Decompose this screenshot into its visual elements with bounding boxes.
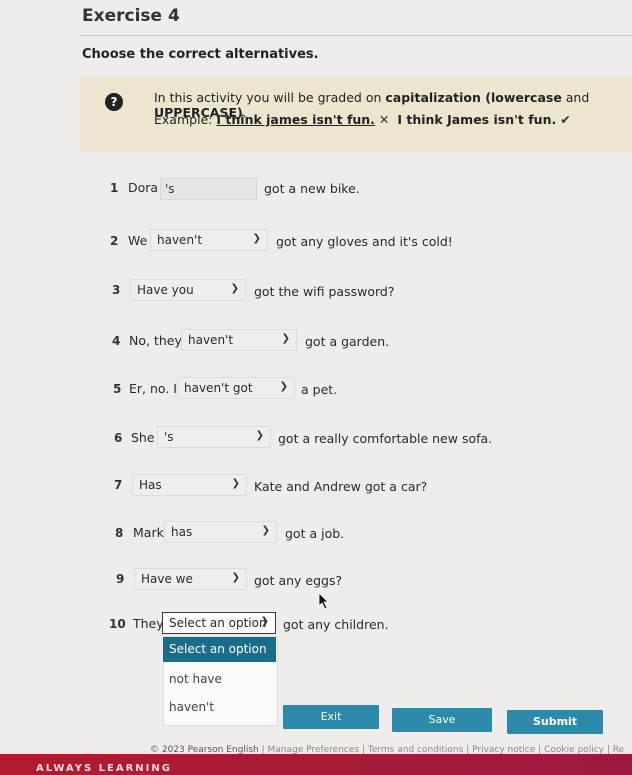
question-suffix: got any gloves and it's cold! bbox=[276, 234, 453, 249]
dropdown-option-not-have[interactable]: not have bbox=[169, 672, 222, 686]
help-icon[interactable]: ? bbox=[105, 93, 123, 111]
example-text: Example: I think james isn't fun. ✕ I th… bbox=[154, 112, 571, 127]
instructions: Choose the correct alternatives. bbox=[82, 47, 319, 62]
mouse-cursor-icon bbox=[318, 592, 329, 610]
answer-select[interactable]: haven't ❯ bbox=[181, 329, 297, 351]
question-suffix: got the wifi password? bbox=[254, 284, 395, 299]
question-number: 8 bbox=[115, 526, 124, 540]
cross-icon: ✕ bbox=[378, 112, 390, 127]
answer-select[interactable]: Have you ❯ bbox=[130, 279, 246, 301]
submit-button[interactable]: Submit bbox=[507, 710, 603, 734]
question-prefix: Er, no. I bbox=[129, 381, 177, 396]
answer-select[interactable]: Has ❯ bbox=[132, 474, 247, 496]
question-prefix: They bbox=[133, 616, 164, 631]
chevron-down-icon: ❯ bbox=[231, 572, 240, 583]
chevron-down-icon: ❯ bbox=[261, 525, 270, 536]
question-suffix: a pet. bbox=[301, 382, 338, 397]
question-number: 7 bbox=[114, 478, 123, 492]
answer-input[interactable]: 's bbox=[160, 178, 257, 200]
chevron-down-icon: ❯ bbox=[231, 478, 240, 489]
chevron-down-icon: ❯ bbox=[281, 333, 290, 344]
question-suffix: Kate and Andrew got a car? bbox=[254, 479, 428, 494]
answer-select[interactable]: Have we ❯ bbox=[134, 568, 247, 590]
question-suffix: got any children. bbox=[283, 617, 389, 632]
question-prefix: Dora bbox=[128, 180, 159, 195]
question-number: 9 bbox=[116, 572, 125, 586]
question-suffix: got a job. bbox=[285, 526, 345, 541]
question-prefix: She bbox=[131, 430, 155, 445]
chevron-down-icon: ❯ bbox=[255, 430, 264, 441]
question-number: 1 bbox=[110, 181, 119, 195]
question-number: 10 bbox=[109, 617, 126, 631]
question-suffix: got a garden. bbox=[305, 334, 390, 349]
dropdown-option-havent[interactable]: haven't bbox=[169, 700, 214, 714]
answer-select[interactable]: haven't ❯ bbox=[150, 229, 268, 251]
answer-select[interactable]: 's ❯ bbox=[157, 426, 271, 448]
dropdown-option-select[interactable]: Select an option bbox=[163, 637, 276, 662]
answer-select[interactable]: has ❯ bbox=[164, 521, 277, 543]
question-suffix: got a new bike. bbox=[264, 181, 360, 196]
question-prefix: No, they bbox=[129, 333, 182, 348]
question-number: 6 bbox=[114, 431, 123, 445]
chevron-down-icon: ❯ bbox=[252, 233, 261, 244]
question-number: 5 bbox=[113, 382, 122, 396]
question-number: 3 bbox=[112, 283, 121, 297]
answer-select[interactable]: haven't got ❯ bbox=[177, 377, 295, 399]
chevron-down-icon: ❯ bbox=[260, 616, 269, 627]
exercise-title: Exercise 4 bbox=[82, 6, 180, 26]
question-suffix: got a really comfortable new sofa. bbox=[278, 431, 493, 446]
brand-slogan: ALWAYS LEARNING bbox=[36, 763, 172, 774]
chevron-down-icon: ❯ bbox=[279, 381, 288, 392]
check-icon: ✔ bbox=[560, 112, 571, 127]
answer-select-active[interactable]: Select an option ❯ bbox=[162, 612, 276, 634]
question-prefix: We bbox=[128, 233, 148, 248]
question-number: 4 bbox=[112, 334, 121, 348]
divider bbox=[80, 35, 632, 36]
question-suffix: got any eggs? bbox=[254, 573, 343, 588]
question-prefix: Mark bbox=[133, 525, 164, 540]
exit-button[interactable]: Exit bbox=[283, 705, 379, 729]
question-number: 2 bbox=[110, 234, 119, 248]
chevron-down-icon: ❯ bbox=[230, 283, 239, 294]
save-button[interactable]: Save bbox=[392, 708, 492, 732]
